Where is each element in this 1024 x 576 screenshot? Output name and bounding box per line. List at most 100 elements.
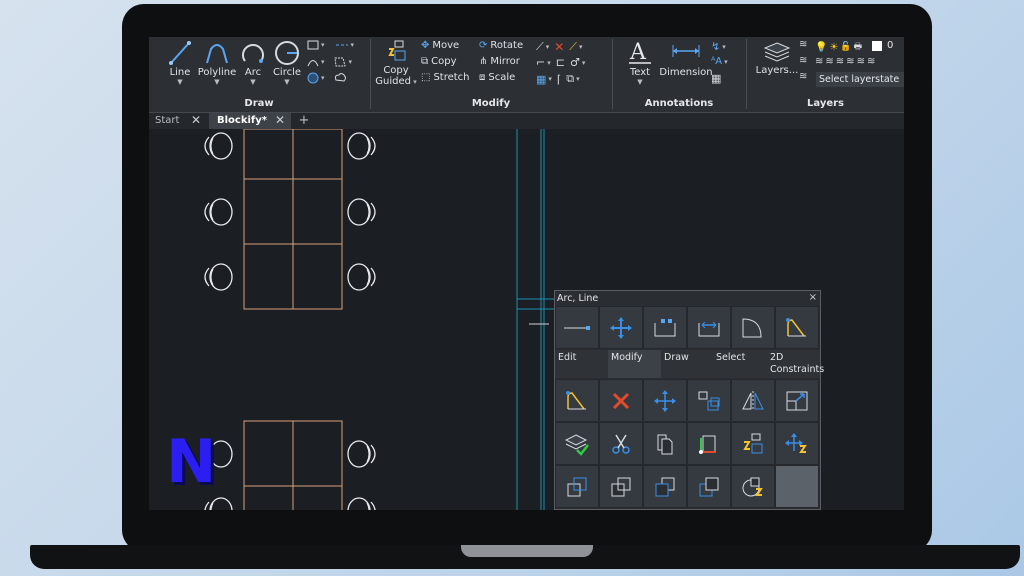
- add-tab-button[interactable]: +: [294, 113, 314, 129]
- mirror-button[interactable]: [731, 379, 775, 422]
- layers-icon: [763, 42, 791, 62]
- layerstate-select[interactable]: Select layerstate: [816, 72, 904, 87]
- trim-icon: ⟋: [536, 40, 544, 53]
- join-icon[interactable]: ⊏: [556, 56, 565, 69]
- mirror-button[interactable]: ⋔ Mirror: [479, 56, 520, 67]
- erase-icon[interactable]: ✕: [554, 40, 564, 54]
- panel-tab-edit[interactable]: Edit: [555, 350, 608, 378]
- align-icon[interactable]: ⧉: [566, 72, 574, 86]
- recent-move-button[interactable]: [599, 306, 643, 349]
- layer-tool-stack-3[interactable]: ≋: [799, 71, 807, 82]
- explode-icon[interactable]: ⟋: [569, 40, 577, 54]
- text-caret[interactable]: ▼: [623, 78, 657, 86]
- spline-tool[interactable]: ▾ ▾: [307, 56, 352, 68]
- ucs-button[interactable]: [687, 422, 731, 465]
- rotate-guided-button[interactable]: [731, 465, 775, 508]
- dimension-button[interactable]: Dimension: [659, 39, 713, 78]
- bring-front-button[interactable]: [643, 465, 687, 508]
- rotate-guided-icon: [742, 477, 763, 496]
- panel-tab-draw[interactable]: Draw: [661, 350, 714, 378]
- scale-button[interactable]: [775, 379, 819, 422]
- current-layer-name[interactable]: 0: [887, 40, 893, 51]
- layer-check-icon: [564, 433, 589, 456]
- offset-icon[interactable]: ⌈: [557, 73, 561, 86]
- recent-arc-button[interactable]: [731, 306, 775, 349]
- revcloud-icon: [334, 73, 346, 82]
- scale-button[interactable]: ⧈ Scale: [479, 72, 515, 83]
- polyline-caret[interactable]: ▼: [197, 78, 237, 86]
- copy-guided-label-2: Guided: [375, 76, 411, 87]
- textstyle-tool[interactable]: ᴬA ▾: [711, 56, 728, 67]
- draworder-button[interactable]: [599, 465, 643, 508]
- layer-lock-icon: ≋: [846, 56, 855, 67]
- copy-guided-button[interactable]: Copy Guided ▾: [375, 39, 417, 87]
- send-back-button[interactable]: [687, 465, 731, 508]
- rotate-label: Rotate: [490, 40, 524, 51]
- line-caret[interactable]: ▼: [165, 78, 195, 86]
- copy-guided-button[interactable]: [731, 422, 775, 465]
- overlap-squares-icon: [611, 477, 631, 496]
- table-tool[interactable]: ▦: [711, 72, 721, 85]
- copy-button[interactable]: ⧉ Copy: [421, 56, 457, 67]
- sun-icon: ☀: [829, 41, 839, 53]
- layer-dropdown[interactable]: 💡 ☀ 🔓 🖶: [815, 39, 862, 55]
- recent-fillet-button[interactable]: [775, 306, 819, 349]
- arc-caret[interactable]: ▼: [240, 78, 266, 86]
- chair: [204, 497, 233, 510]
- close-icon[interactable]: ×: [809, 292, 817, 303]
- move-button[interactable]: ✥ Move: [421, 40, 459, 51]
- layer-tool-stack-1[interactable]: ≋: [799, 39, 807, 50]
- recent-trim-button[interactable]: [643, 306, 687, 349]
- layer-tool-stack-2[interactable]: ≋: [799, 55, 807, 66]
- line-button[interactable]: Line ▼: [165, 39, 195, 86]
- panel-tab-select[interactable]: Select: [714, 350, 767, 378]
- layer-match-button[interactable]: [555, 422, 599, 465]
- copy-label: Copy: [431, 56, 457, 67]
- trim-tool[interactable]: ⟋ ▾ ✕ ⟋ ▾: [536, 40, 583, 54]
- polyline-button[interactable]: Polyline ▼: [197, 39, 237, 86]
- layer-previous-icon: ≋: [799, 39, 808, 50]
- close-icon[interactable]: ✕: [191, 113, 201, 128]
- hatch-tool[interactable]: ▾: [307, 72, 347, 84]
- trim-button[interactable]: [599, 422, 643, 465]
- circle-button[interactable]: Circle ▼: [270, 39, 304, 86]
- close-icon[interactable]: ✕: [275, 113, 285, 128]
- layer-tool-row[interactable]: ≋ ≋ ≋ ≋ ≋ ≋: [815, 56, 875, 67]
- layers-button[interactable]: Layers...: [755, 39, 799, 76]
- move-button[interactable]: [643, 379, 687, 422]
- text-icon: A: [629, 40, 651, 65]
- copy-button[interactable]: [687, 379, 731, 422]
- fillet-button[interactable]: [555, 379, 599, 422]
- move-guided-button[interactable]: [775, 422, 819, 465]
- array-tool[interactable]: ▦ ▾ ⌈ ⧉ ▾: [536, 72, 580, 86]
- circle-caret[interactable]: ▼: [270, 78, 304, 86]
- break-icon[interactable]: ♂: [570, 56, 580, 69]
- panel-tab-2d-constraints[interactable]: 2D Constraints: [767, 350, 824, 378]
- hatch-icon: [307, 72, 319, 84]
- multileader-tool[interactable]: ↯ ▾: [711, 40, 726, 53]
- wall-lines: [516, 129, 555, 510]
- offset-button[interactable]: [555, 465, 599, 508]
- arc-button[interactable]: Arc ▼: [240, 39, 266, 86]
- tab-start[interactable]: Start: [155, 113, 195, 129]
- rectangle-tool[interactable]: ▾ ▾: [307, 40, 354, 50]
- stretch-button[interactable]: ⬚ Stretch: [421, 72, 470, 83]
- panel-tab-label: Select: [716, 352, 746, 363]
- recent-stretch-button[interactable]: [687, 306, 731, 349]
- fillet-icon: [786, 317, 806, 336]
- chair: [347, 198, 376, 226]
- fillet-icon: ⌐: [536, 56, 546, 69]
- text-button[interactable]: A Text ▼: [623, 39, 657, 86]
- erase-button[interactable]: [599, 379, 643, 422]
- fillet-tool[interactable]: ⌐ ▾ ⊏ ♂ ▾: [536, 56, 585, 69]
- rotate-button[interactable]: ⟳ Rotate: [479, 40, 523, 51]
- move-arrows-icon: [654, 389, 676, 412]
- panel-tab-modify[interactable]: Modify: [608, 350, 661, 378]
- quarter-arc-icon: [742, 317, 762, 337]
- copy-clip-button[interactable]: [643, 422, 687, 465]
- overlap-squares-icon: [699, 477, 719, 496]
- cad-window: Line ▼ Polyline ▼ Arc ▼ Circle ▼ ▾ ▾ ▾ ▾…: [149, 37, 904, 510]
- recent-line-button[interactable]: [555, 306, 599, 349]
- channel-logo: N: [166, 427, 217, 497]
- line-icon: [169, 41, 191, 65]
